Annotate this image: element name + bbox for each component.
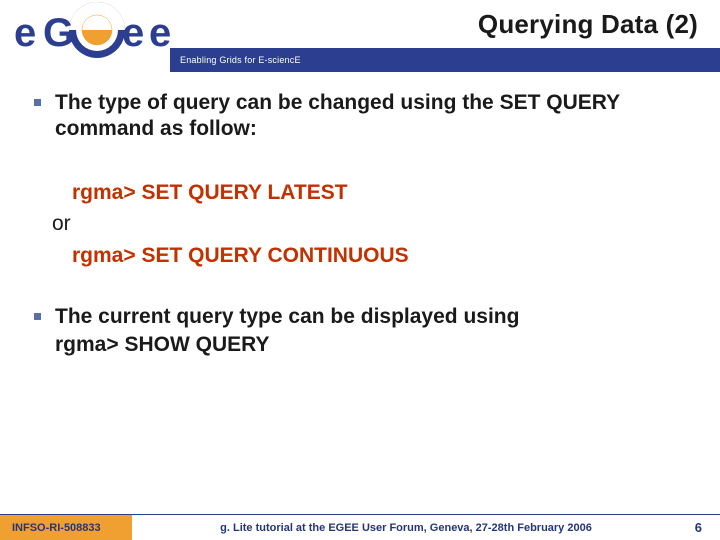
bullet-2: The current query type can be displayed … — [34, 304, 692, 360]
svg-text:e: e — [149, 11, 170, 55]
cmd-latest: rgma> SET QUERY LATEST — [72, 177, 692, 209]
egee-logo: e G e e — [0, 0, 170, 72]
slide-footer: INFSO-RI-508833 g. Lite tutorial at the … — [0, 514, 720, 540]
title-bar: Querying Data (2) — [170, 0, 720, 48]
tagline-bar: Enabling Grids for E-sciencE — [170, 48, 720, 72]
bullet-dot — [34, 99, 41, 106]
footer-center: g. Lite tutorial at the EGEE User Forum,… — [132, 522, 680, 534]
bullet-1-text: The type of query can be changed using t… — [55, 90, 692, 143]
footer-id: INFSO-RI-508833 — [0, 515, 132, 540]
slide-content: The type of query can be changed using t… — [0, 72, 720, 359]
bullet-1: The type of query can be changed using t… — [34, 90, 692, 143]
cmd-show: rgma> SHOW QUERY — [55, 330, 519, 359]
cmd-continuous: rgma> SET QUERY CONTINUOUS — [72, 240, 692, 272]
svg-text:G: G — [43, 11, 74, 55]
page-number: 6 — [680, 520, 720, 535]
svg-text:e: e — [14, 11, 36, 55]
or-text: or — [52, 212, 692, 236]
slide-header: e G e e Querying Data (2) Enabling Grids… — [0, 0, 720, 72]
bullet-dot — [34, 313, 41, 320]
svg-text:e: e — [122, 11, 144, 55]
slide-title: Querying Data (2) — [478, 9, 698, 40]
command-block: rgma> SET QUERY LATEST or rgma> SET QUER… — [52, 177, 692, 272]
tagline-text: Enabling Grids for E-sciencE — [180, 55, 301, 65]
bullet-2-text: The current query type can be displayed … — [55, 304, 519, 330]
